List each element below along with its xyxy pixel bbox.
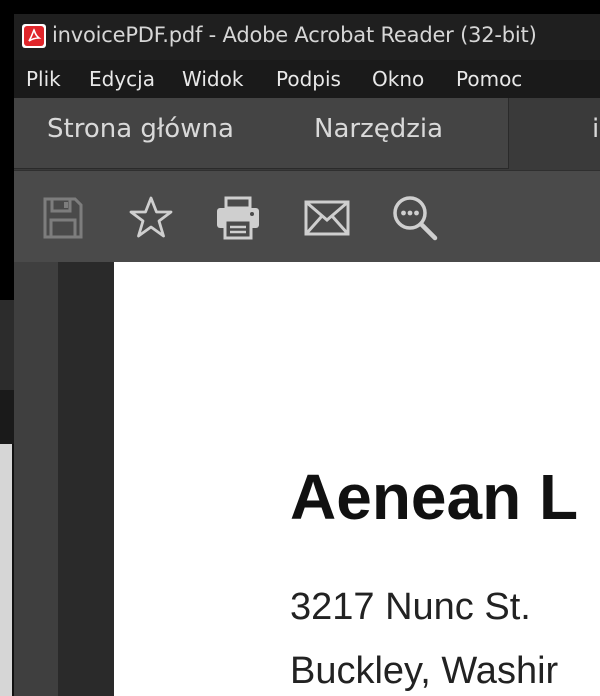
- window-title: invoicePDF.pdf - Adobe Acrobat Reader (3…: [52, 23, 537, 47]
- bookmark-button[interactable]: [126, 193, 176, 243]
- street-address: 3217 Nunc St.: [290, 586, 531, 628]
- tab-document-label: i: [592, 114, 600, 144]
- menu-edit[interactable]: Edycja: [89, 67, 155, 91]
- search-button[interactable]: [390, 193, 440, 243]
- menu-file[interactable]: Plik: [26, 67, 61, 91]
- menu-help[interactable]: Pomoc: [456, 67, 522, 91]
- background-window-scrollbar: [0, 444, 14, 696]
- tab-tools[interactable]: Narzędzia: [314, 114, 443, 144]
- email-icon: [304, 200, 350, 236]
- title-bar: invoicePDF.pdf - Adobe Acrobat Reader (3…: [14, 14, 600, 60]
- toolbar: [14, 170, 600, 264]
- save-button[interactable]: [38, 193, 88, 243]
- email-button[interactable]: [302, 193, 352, 243]
- background-window-strip: [0, 390, 14, 444]
- save-icon: [43, 197, 83, 239]
- print-icon: [217, 196, 259, 240]
- menu-view[interactable]: Widok: [182, 67, 243, 91]
- search-more-icon: [393, 196, 438, 241]
- bookmark-star-icon: [129, 196, 173, 238]
- print-button[interactable]: [213, 193, 263, 243]
- tab-document[interactable]: i: [510, 98, 600, 170]
- tab-home[interactable]: Strona główna: [47, 114, 234, 144]
- tab-bar: Strona główna Narzędzia i: [14, 98, 600, 170]
- menu-bar: Plik Edycja Widok Podpis Okno Pomoc: [14, 60, 600, 99]
- tab-group: Strona główna Narzędzia: [14, 98, 509, 169]
- navigation-pane[interactable]: [14, 262, 58, 696]
- acrobat-logo-icon[interactable]: [22, 24, 46, 48]
- menu-window[interactable]: Okno: [372, 67, 424, 91]
- document-gutter: [58, 262, 114, 696]
- company-name: Aenean L: [290, 461, 579, 533]
- background-window-strip: [0, 300, 14, 390]
- menu-sign[interactable]: Podpis: [276, 67, 341, 91]
- city-address: Buckley, Washir: [290, 650, 559, 692]
- document-page[interactable]: Aenean L 3217 Nunc St. Buckley, Washir: [114, 262, 600, 696]
